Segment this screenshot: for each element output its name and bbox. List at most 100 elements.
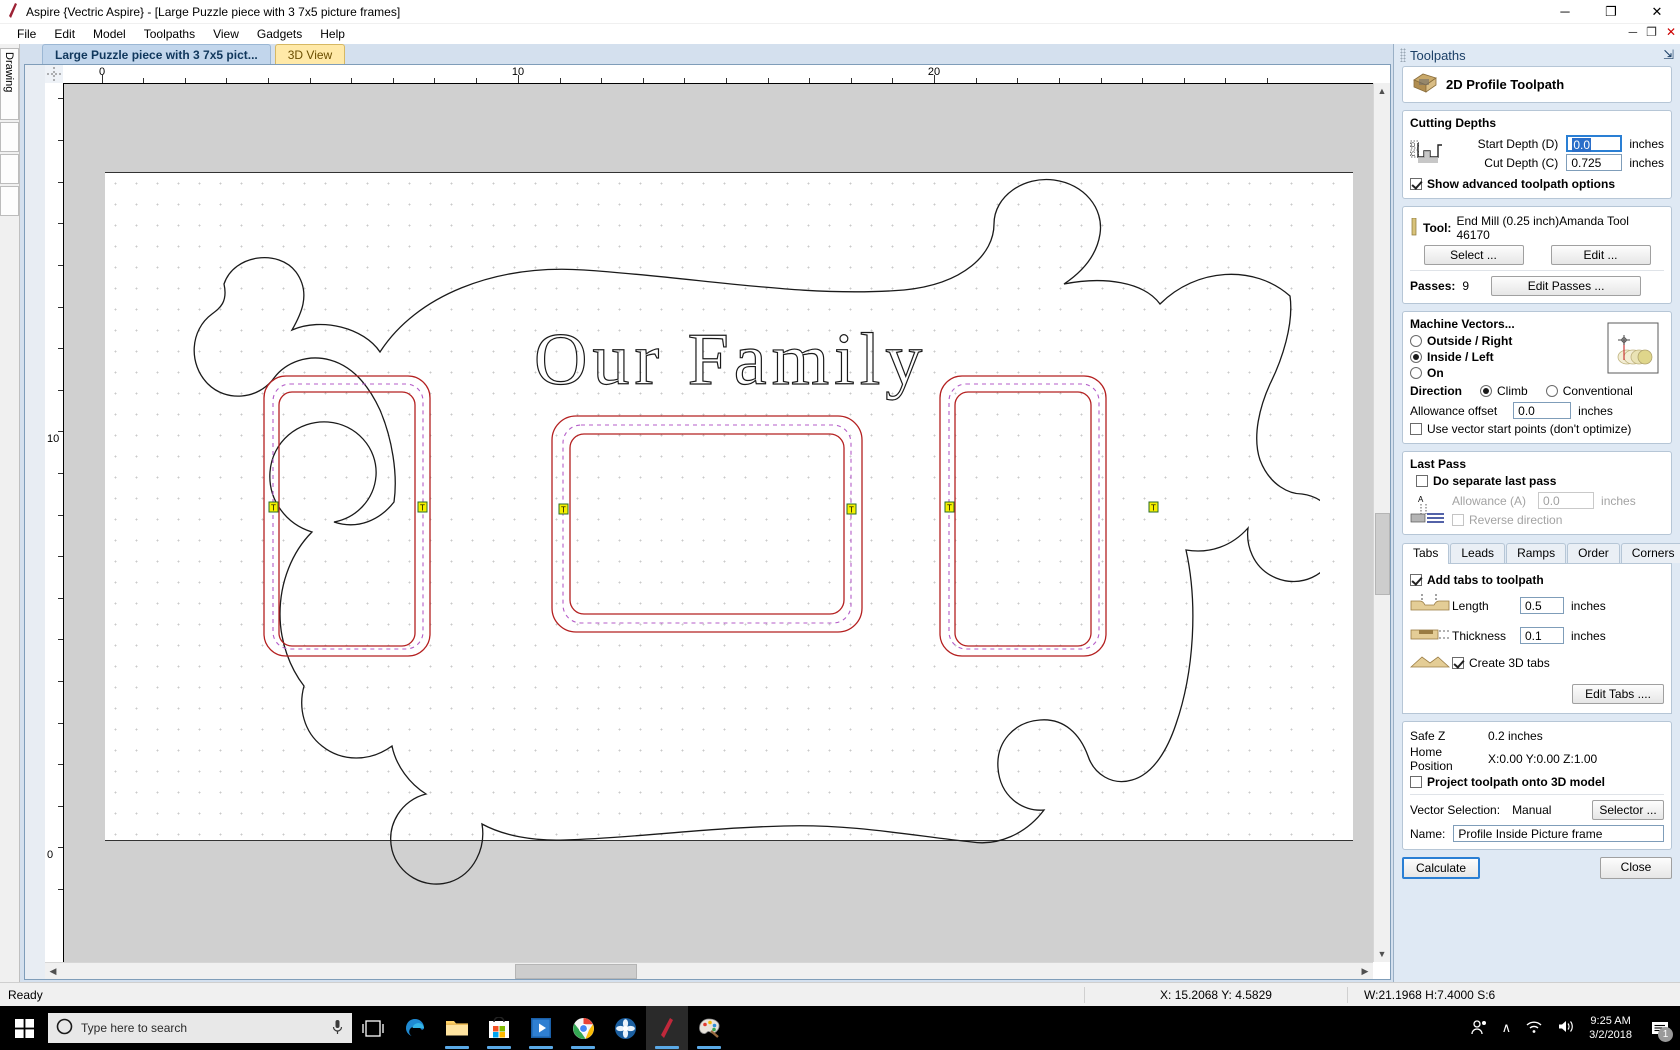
tab-leads[interactable]: Leads [1450,543,1506,563]
people-icon[interactable] [1470,1019,1488,1038]
do-separate-last-pass-checkbox[interactable] [1416,475,1428,487]
radio-inside-left[interactable] [1410,351,1422,363]
radio-conventional[interactable] [1545,385,1558,397]
drawing-viewport[interactable]: T T T T T T Our Family [64,84,1373,962]
tab-thickness-input[interactable]: 0.1 [1520,627,1564,644]
vertical-ruler[interactable]: 10 0 [45,83,64,962]
photos-icon[interactable] [604,1006,646,1050]
cut-depth-input[interactable]: 0.725 [1566,154,1623,171]
tool-edit-button[interactable]: Edit ... [1550,245,1651,265]
scroll-right-arrow[interactable]: ▶ [1357,963,1373,979]
tab-length-icon [1410,593,1452,618]
edit-tabs-button[interactable]: Edit Tabs .... [1572,684,1664,704]
home-position-value: X:0.00 Y:0.00 Z:1.00 [1488,752,1598,766]
tab-thickness-label: Thickness [1452,628,1507,643]
toolpaths-panel: Toolpaths ⇲ 2D Profile Toolpath Cutting … [1393,44,1680,982]
menu-help[interactable]: Help [311,25,354,43]
add-tabs-checkbox[interactable] [1410,574,1422,586]
search-placeholder-text: Type here to search [81,1021,188,1035]
radio-outside-right[interactable] [1410,335,1422,347]
canvas-vertical-scrollbar[interactable]: ▲ ▼ [1373,83,1390,962]
mdi-restore-button[interactable]: ❐ [1646,25,1657,39]
scroll-up-arrow[interactable]: ▲ [1374,83,1390,99]
show-advanced-checkbox[interactable] [1410,178,1422,190]
close-button[interactable]: ✕ [1634,0,1680,23]
allowance-offset-input[interactable]: 0.0 [1513,402,1572,419]
picture-frame-right: T T [939,375,1159,657]
horizontal-scroll-thumb[interactable] [515,964,637,979]
tab-length-input[interactable]: 0.5 [1520,597,1564,614]
tool-select-button[interactable]: Select ... [1423,245,1524,265]
volume-icon[interactable] [1557,1019,1575,1037]
sidebar-tab-2[interactable] [0,122,19,152]
microphone-icon[interactable] [331,1019,344,1038]
paint-icon[interactable] [688,1006,730,1050]
chevron-up-icon[interactable]: ∧ [1502,1020,1512,1036]
mdi-close-button[interactable]: ✕ [1666,25,1676,39]
puzzle-outline [193,178,1320,885]
media-player-icon[interactable] [520,1006,562,1050]
tab-order[interactable]: Order [1567,543,1620,563]
toolpath-name-input[interactable]: Profile Inside Picture frame [1453,825,1664,842]
scroll-left-arrow[interactable]: ◀ [45,963,61,979]
puzzle-drawing[interactable]: T T T T T T Our Family [64,84,1320,962]
panel-grip-icon[interactable] [1400,48,1406,62]
horizontal-ruler[interactable]: 0 10 20 [63,65,1373,84]
menu-view[interactable]: View [204,25,248,43]
create-3d-tabs-label: Create 3D tabs [1469,655,1550,670]
wifi-icon[interactable] [1525,1019,1543,1037]
create-3d-tabs-checkbox[interactable] [1452,656,1464,669]
last-pass-title: Last Pass [1410,457,1467,471]
tab-3d-view[interactable]: 3D View [274,44,346,64]
sidebar-tab-drawing[interactable]: Drawing [0,48,19,120]
menu-toolpaths[interactable]: Toolpaths [135,25,204,43]
tool-name: End Mill (0.25 inch)Amanda Tool 46170 [1456,214,1629,242]
start-button[interactable] [0,1006,48,1050]
status-coordinates: X: 15.2068 Y: 4.5829 [1084,987,1347,1003]
close-panel-button[interactable]: Close [1600,857,1672,879]
tab-corners[interactable]: Corners [1620,543,1680,563]
title-bar: Aspire {Vectric Aspire} - [Large Puzzle … [0,0,1680,24]
scroll-down-arrow[interactable]: ▼ [1374,946,1390,962]
menu-model[interactable]: Model [84,25,135,43]
use-vector-start-points-checkbox[interactable] [1410,423,1422,435]
chrome-icon[interactable] [562,1006,604,1050]
taskbar-clock[interactable]: 9:25 AM 3/2/2018 [1589,1014,1632,1042]
file-explorer-icon[interactable] [436,1006,478,1050]
edge-icon[interactable] [394,1006,436,1050]
minimize-button[interactable]: ─ [1542,0,1588,23]
tab-length-units: inches [1571,598,1606,613]
search-input[interactable]: Type here to search [48,1013,352,1043]
tab-ramps[interactable]: Ramps [1506,543,1567,563]
menu-gadgets[interactable]: Gadgets [248,25,311,43]
calculate-button[interactable]: Calculate [1402,857,1480,879]
sidebar-tab-3[interactable] [0,154,19,184]
sidebar-tab-4[interactable] [0,186,19,216]
task-view-icon[interactable] [352,1006,394,1050]
tab-drawing-document[interactable]: Large Puzzle piece with 3 7x5 pict... [42,44,271,64]
pin-icon[interactable]: ⇲ [1663,47,1674,63]
radio-on[interactable] [1410,367,1422,379]
ruler-label-v-0: 0 [47,849,54,861]
maximize-button[interactable]: ❐ [1588,0,1634,23]
menu-edit[interactable]: Edit [45,25,84,43]
vertical-scroll-thumb[interactable] [1375,513,1390,595]
status-ready: Ready [8,988,43,1002]
vector-selection-value: Manual [1512,803,1552,817]
taskbar: Type here to search ∧ 9:25 AM 3/2/2018 1 [0,1006,1680,1050]
project-toolpath-label: Project toolpath onto 3D model [1427,775,1606,789]
edit-passes-button[interactable]: Edit Passes ... [1491,276,1642,296]
start-depth-input[interactable]: 0.0 [1566,135,1623,152]
notifications-button[interactable]: 1 [1646,1006,1674,1050]
menu-file[interactable]: File [8,25,45,43]
selector-button[interactable]: Selector ... [1592,800,1664,820]
aspire-icon[interactable] [646,1006,688,1050]
tab-tabs[interactable]: Tabs [1402,543,1450,564]
mdi-minimize-button[interactable]: ─ [1629,25,1638,39]
canvas-horizontal-scrollbar[interactable]: ◀ ▶ [45,962,1373,979]
project-toolpath-checkbox[interactable] [1410,776,1422,788]
home-position-label: Home Position [1410,745,1453,773]
radio-climb[interactable] [1480,385,1493,397]
toolpaths-panel-body: 2D Profile Toolpath Cutting Depths D C S… [1394,66,1680,982]
microsoft-store-icon[interactable] [478,1006,520,1050]
